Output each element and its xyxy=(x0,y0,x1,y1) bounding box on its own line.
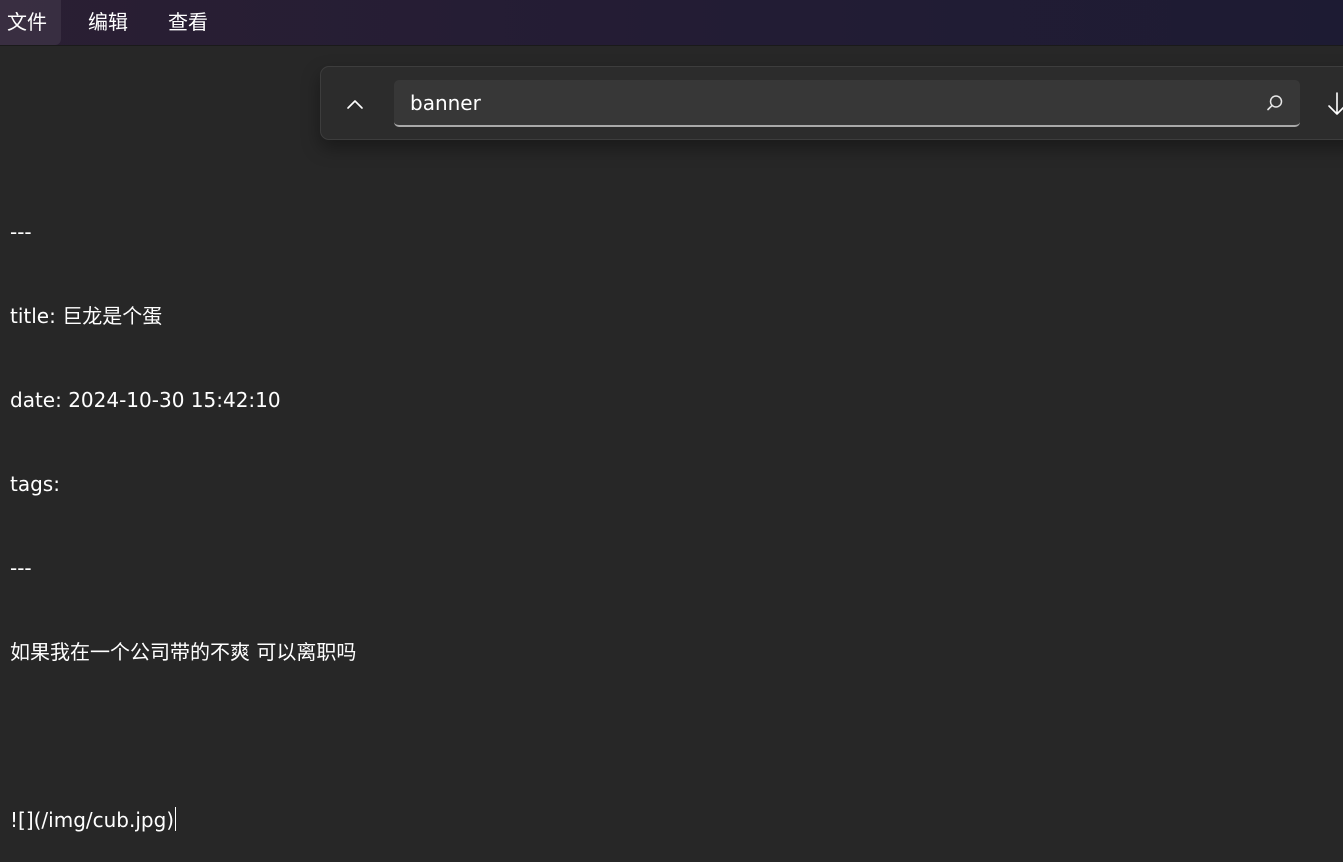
editor-line-current: ![](/img/cub.jpg) xyxy=(10,806,1330,834)
find-previous-button[interactable] xyxy=(335,86,375,122)
menu-edit[interactable]: 编辑 xyxy=(73,0,136,45)
find-bar xyxy=(320,66,1343,140)
search-icon[interactable] xyxy=(1266,94,1284,112)
text-caret xyxy=(175,807,177,831)
editor-line: date: 2024-10-30 15:42:10 xyxy=(10,388,281,412)
menu-view[interactable]: 查看 xyxy=(160,0,216,45)
arrow-down-icon xyxy=(1328,92,1343,115)
menu-bar: 文件 编辑 查看 xyxy=(0,0,1343,46)
find-search-field[interactable] xyxy=(394,80,1300,127)
menu-file[interactable]: 文件 xyxy=(0,0,61,45)
editor-line-text: ![](/img/cub.jpg) xyxy=(10,808,175,832)
chevron-up-icon xyxy=(347,100,363,109)
find-next-button[interactable] xyxy=(1319,86,1343,122)
editor-line: --- xyxy=(10,220,32,244)
editor-line: tags: xyxy=(10,472,60,496)
find-input[interactable] xyxy=(410,80,1240,125)
editor-line: 如果我在一个公司带的不爽 可以离职吗 xyxy=(10,640,357,664)
editor-line: title: 巨龙是个蛋 xyxy=(10,304,163,328)
editor-line: --- xyxy=(10,556,32,580)
text-editor[interactable]: --- title: 巨龙是个蛋 date: 2024-10-30 15:42:… xyxy=(10,162,1330,862)
